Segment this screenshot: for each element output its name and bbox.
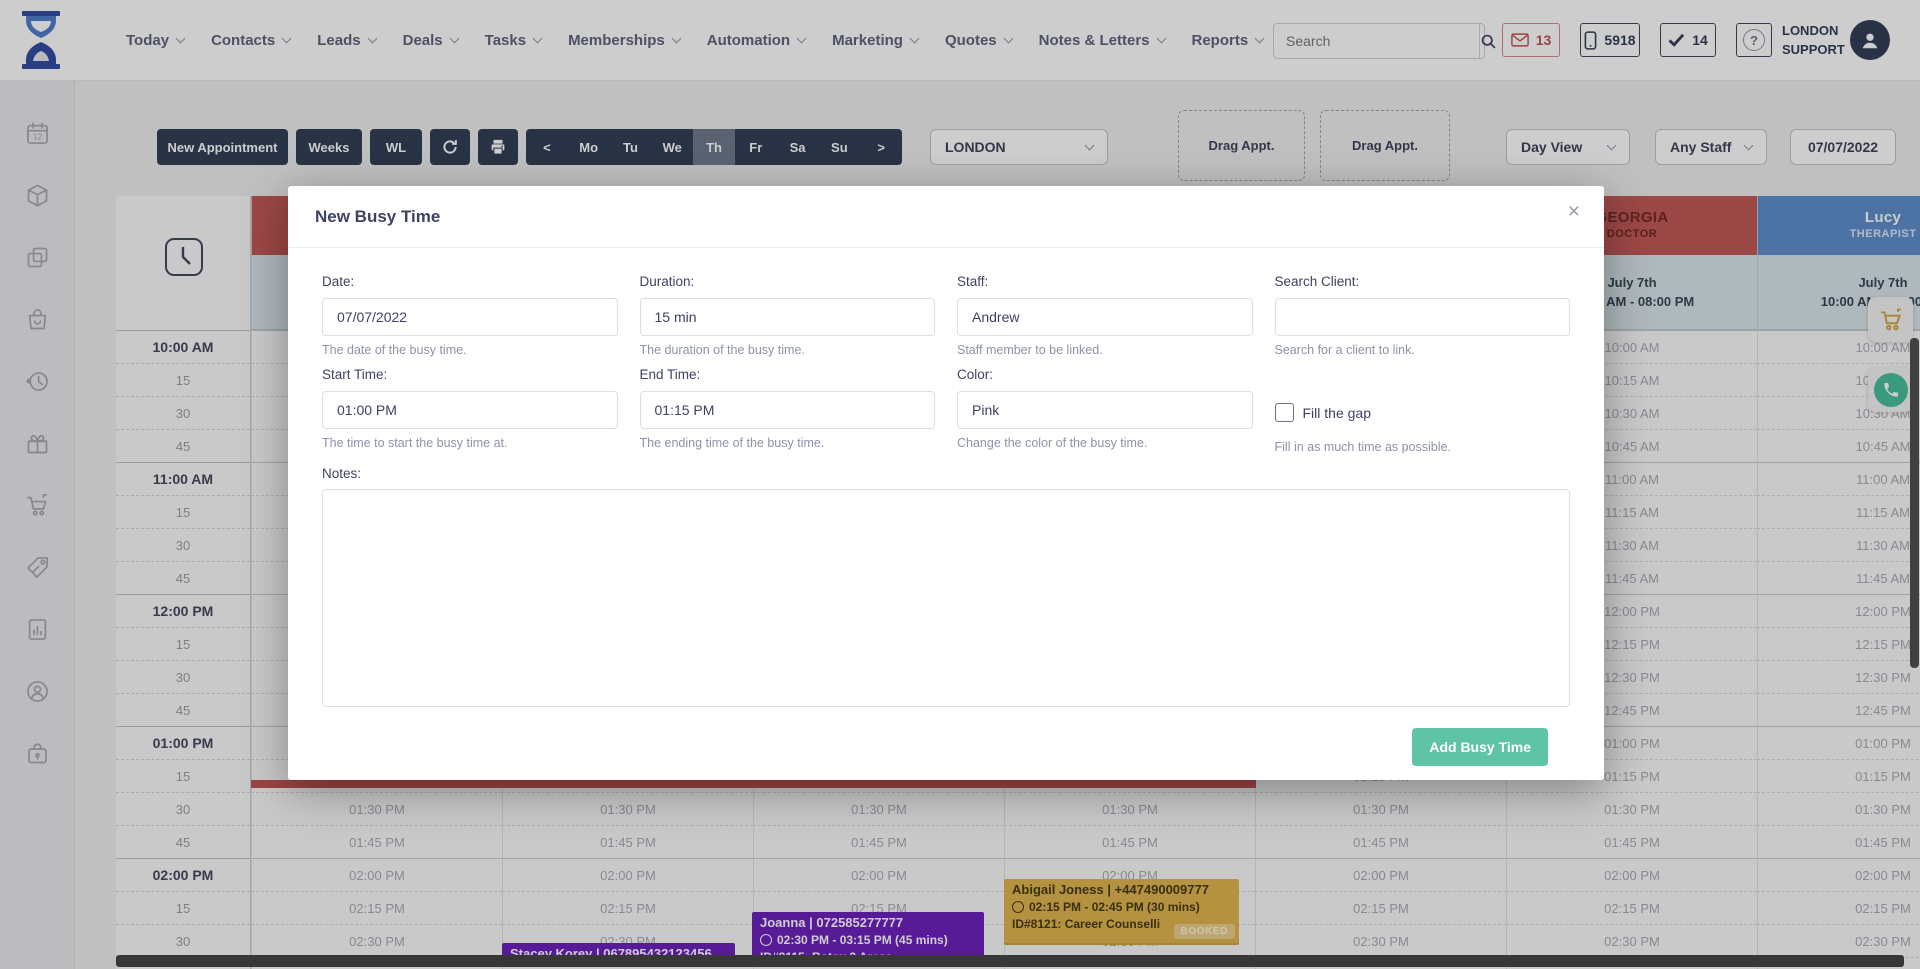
staff-helper: Staff member to be linked.	[957, 343, 1253, 357]
notes-textarea[interactable]	[322, 489, 1570, 707]
color-label: Color:	[957, 367, 1253, 382]
new-busy-time-modal: New Busy Time × Date: The date of the bu…	[288, 186, 1604, 780]
fill-gap-checkbox[interactable]	[1275, 403, 1294, 422]
notes-group: Notes:	[322, 466, 1570, 712]
staff-field-group: Staff: Staff member to be linked.	[957, 264, 1253, 357]
search-client-field-group: Search Client: Search for a client to li…	[1275, 264, 1571, 357]
start-time-label: Start Time:	[322, 367, 618, 382]
search-client-label: Search Client:	[1275, 274, 1571, 289]
modal-title: New Busy Time	[288, 186, 1604, 248]
fill-gap-group: Fill the gap Fill in as much time as pos…	[1275, 357, 1571, 454]
date-helper: The date of the busy time.	[322, 343, 618, 357]
search-client-helper: Search for a client to link.	[1275, 343, 1571, 357]
date-label: Date:	[322, 274, 618, 289]
fill-gap-label: Fill the gap	[1303, 405, 1371, 421]
duration-helper: The duration of the busy time.	[640, 343, 936, 357]
color-field-group: Color: Change the color of the busy time…	[957, 357, 1253, 454]
end-time-input[interactable]	[640, 391, 936, 429]
fill-gap-helper: Fill in as much time as possible.	[1275, 440, 1571, 454]
add-busy-time-button[interactable]: Add Busy Time	[1412, 728, 1548, 766]
search-client-input[interactable]	[1275, 298, 1571, 336]
start-time-field-group: Start Time: The time to start the busy t…	[322, 357, 618, 454]
end-time-label: End Time:	[640, 367, 936, 382]
start-time-helper: The time to start the busy time at.	[322, 436, 618, 450]
date-field-group: Date: The date of the busy time.	[322, 264, 618, 357]
duration-input[interactable]	[640, 298, 936, 336]
color-input[interactable]	[957, 391, 1253, 429]
staff-label: Staff:	[957, 274, 1253, 289]
duration-field-group: Duration: The duration of the busy time.	[640, 264, 936, 357]
end-time-helper: The ending time of the busy time.	[640, 436, 936, 450]
end-time-field-group: End Time: The ending time of the busy ti…	[640, 357, 936, 454]
date-input[interactable]	[322, 298, 618, 336]
app-window: TodayContactsLeadsDealsTasksMembershipsA…	[0, 0, 1920, 969]
start-time-input[interactable]	[322, 391, 618, 429]
notes-label: Notes:	[322, 466, 1570, 481]
close-icon[interactable]: ×	[1568, 201, 1580, 222]
staff-input[interactable]	[957, 298, 1253, 336]
duration-label: Duration:	[640, 274, 936, 289]
color-helper: Change the color of the busy time.	[957, 436, 1253, 450]
